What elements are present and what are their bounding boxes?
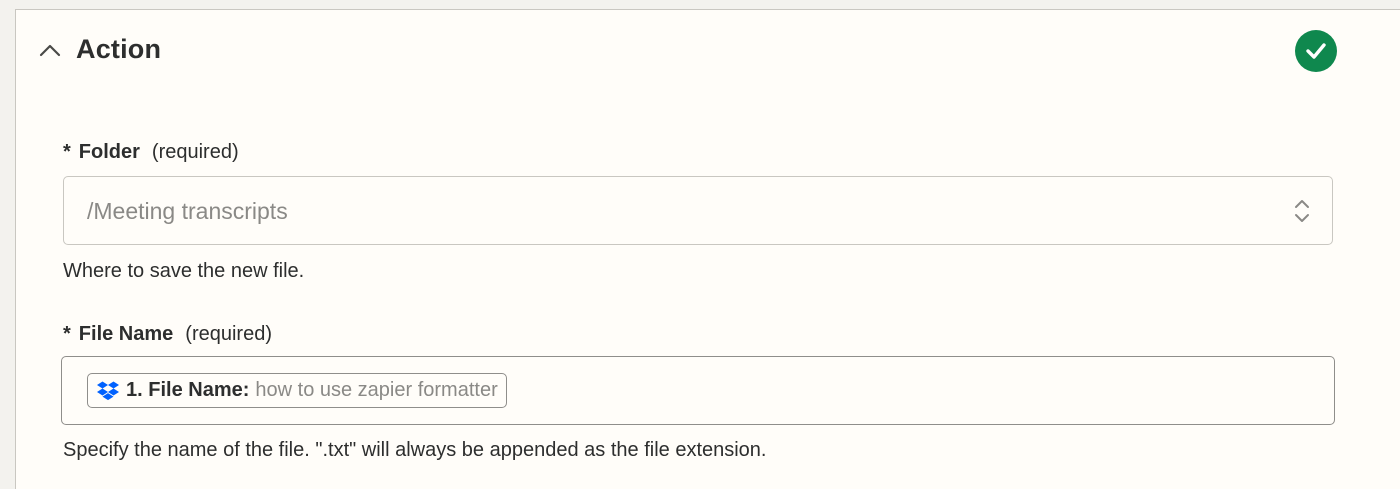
file-name-label: * File Name (required) [63,323,272,346]
pill-value: how to use zapier formatter [255,379,498,401]
folder-label-text: Folder [78,141,140,163]
folder-select-value: /Meeting transcripts [87,198,288,224]
folder-required-text: (required) [151,141,239,163]
pill-label: 1. File Name: [126,379,250,401]
required-marker: * [63,323,71,345]
checkmark-icon [1295,30,1337,72]
folder-select[interactable]: /Meeting transcripts [63,176,1333,245]
action-panel: Action * Folder (required) /Meeting transc… [15,9,1400,489]
file-name-help-text: Specify the name of the file. ".txt" wil… [63,439,767,461]
file-name-required-text: (required) [185,323,272,345]
mapped-field-pill[interactable]: 1. File Name: how to use zapier formatte… [87,373,507,408]
dropbox-icon [97,381,119,401]
folder-label: * Folder (required) [63,141,239,164]
section-title: Action [76,34,162,64]
required-marker: * [63,141,71,163]
section-header[interactable]: Action [16,10,1400,94]
chevron-updown-icon [1293,196,1311,226]
folder-help-text: Where to save the new file. [63,260,305,282]
file-name-input[interactable]: 1. File Name: how to use zapier formatte… [61,356,1335,425]
file-name-label-text: File Name [78,323,174,345]
chevron-up-icon[interactable] [38,40,62,60]
